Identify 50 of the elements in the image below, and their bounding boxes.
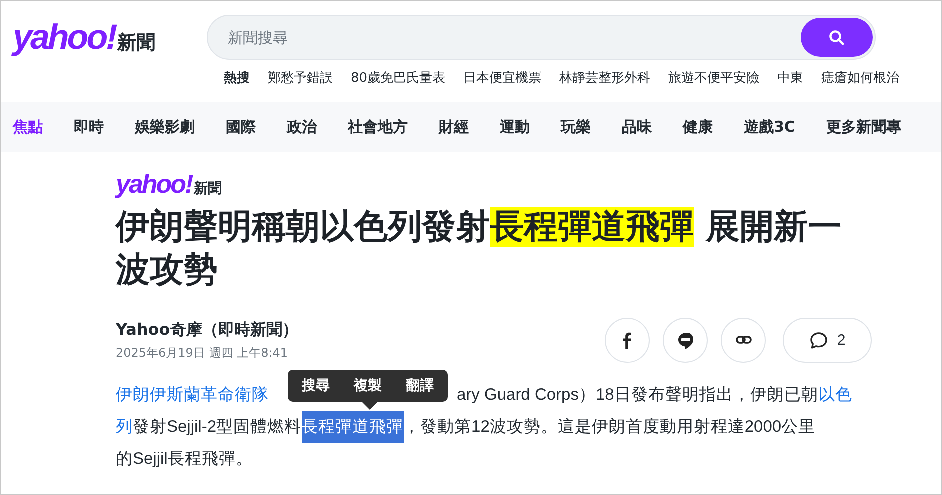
logo-section[interactable]: 新聞 xyxy=(118,30,156,56)
nav-tab[interactable]: 財經 xyxy=(439,118,469,136)
hot-search-link[interactable]: 旅遊不便平安險 xyxy=(668,69,760,87)
nav-tab[interactable]: 玩樂 xyxy=(561,118,591,136)
body-text: 的Sejjil長程飛彈。 xyxy=(116,449,253,470)
headline: 伊朗聲明稱朝以色列發射長程彈道飛彈 展開新一波攻勢 xyxy=(116,206,843,292)
search-icon xyxy=(829,30,845,46)
hot-search-link[interactable]: 痣瘡如何根治 xyxy=(822,69,900,87)
search-button[interactable] xyxy=(801,18,873,57)
comment-count: 2 xyxy=(837,332,846,349)
selected-text: 長程彈道飛彈 xyxy=(302,411,404,443)
logo-brand[interactable]: yahoo! xyxy=(116,169,192,200)
nav-tab[interactable]: 遊戲3C xyxy=(744,118,796,136)
speech-bubble-icon xyxy=(809,330,830,350)
share-button[interactable] xyxy=(605,318,650,363)
body-text: ary Guard Corps）18日發布聲明指出，伊朗已朝 xyxy=(457,385,818,406)
menu-button[interactable]: 複製 xyxy=(350,370,386,402)
nav-tab[interactable]: 娛樂影劇 xyxy=(135,118,195,136)
share-button[interactable] xyxy=(663,318,708,363)
body-text: ，發動第12波攻勢。這是伊朗首度動用射程達2000公里 xyxy=(404,417,816,438)
logo-brand[interactable]: yahoo! xyxy=(13,18,116,58)
article-link[interactable]: 以色 xyxy=(818,379,852,411)
nav-tab[interactable]: 即時 xyxy=(74,118,104,136)
nav-tab[interactable]: 健康 xyxy=(683,118,713,136)
hot-search-link[interactable]: 80歲免巴氏量表 xyxy=(351,69,446,87)
author-name: Yahoo奇摩（即時新聞） xyxy=(116,320,298,340)
article-link[interactable]: 列 xyxy=(116,411,133,443)
body-text: 發射Sejjil-2型固體燃料 xyxy=(133,417,302,438)
nav-tab[interactable]: 更多新聞專 xyxy=(826,118,902,136)
hot-search-link[interactable]: 日本便宜機票 xyxy=(464,69,542,87)
menu-button[interactable]: 搜尋 xyxy=(298,370,334,402)
search-field[interactable]: 新聞搜尋 xyxy=(226,28,630,48)
hot-search-label: 熱搜 xyxy=(224,70,250,87)
hot-search-link[interactable]: 鄭愁予錯誤 xyxy=(268,69,333,87)
line-chat-icon xyxy=(676,330,694,350)
nav-tab[interactable]: 焦點 xyxy=(13,118,43,136)
nav-tab[interactable]: 運動 xyxy=(500,118,530,136)
nav-tab[interactable]: 政治 xyxy=(287,118,317,136)
search-bar[interactable]: 新聞搜尋 xyxy=(207,15,876,60)
nav-tab[interactable]: 品味 xyxy=(622,118,652,136)
logo-section[interactable]: 新聞 xyxy=(194,180,222,198)
comments-button[interactable]: 2 xyxy=(783,318,872,363)
nav-tab[interactable]: 國際 xyxy=(226,118,256,136)
menu-button[interactable]: 翻譯 xyxy=(402,370,438,402)
article-link[interactable]: 伊朗伊斯蘭革命衛隊 xyxy=(116,379,269,411)
hot-search-link[interactable]: 林靜芸整形外科 xyxy=(560,69,651,87)
publish-date: 2025年6月19日 週四 上午8:41 xyxy=(116,344,290,362)
share-button[interactable] xyxy=(721,318,766,363)
hot-search-link[interactable]: 中東 xyxy=(778,69,804,87)
nav-tab[interactable]: 社會地方 xyxy=(348,118,408,136)
